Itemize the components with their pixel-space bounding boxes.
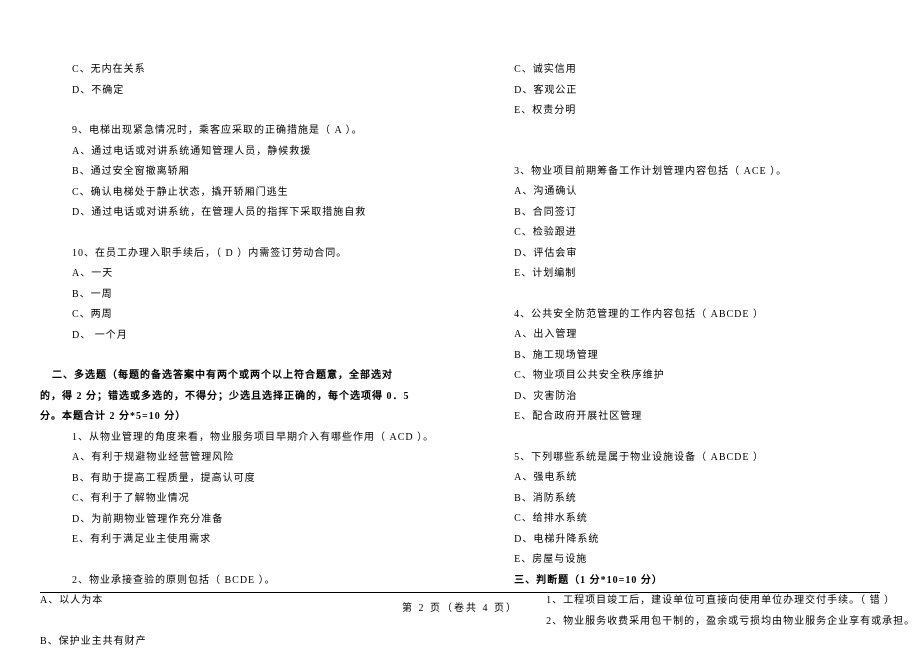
q9-option-d: D、通过电话或对讲系统，在管理人员的指挥下采取措施自救 <box>72 203 434 224</box>
mq1-option-b: B、有助于提高工程质量，提高认可度 <box>72 469 434 490</box>
page-footer: 第 2 页（卷共 4 页） <box>40 592 880 614</box>
section-2-heading-line1: 二、多选题（每题的备选答案中有两个或两个以上符合题意，全部选对 <box>52 366 434 387</box>
mq5-option-b: B、消防系统 <box>514 489 915 510</box>
section-2-heading-line2: 的，得 2 分；错选或多选的，不得分；少选且选择正确的，每个选项得 0．5 <box>40 387 434 408</box>
mq1-option-c: C、有利于了解物业情况 <box>72 489 434 510</box>
q10-option-a: A、一天 <box>72 264 434 285</box>
mq4-option-c: C、物业项目公共安全秩序维护 <box>514 366 915 387</box>
mq5-option-d: D、电梯升降系统 <box>514 530 915 551</box>
mq3-option-a: A、沟通确认 <box>514 182 915 203</box>
mquestion-4: 4、公共安全防范管理的工作内容包括（ ABCDE ） <box>514 305 915 326</box>
q8-option-c: C、无内在关系 <box>72 60 434 81</box>
two-column-layout: C、无内在关系 D、不确定 9、电梯出现紧急情况时，乘客应采取的正确措施是（ A… <box>40 60 880 652</box>
mquestion-2: 2、物业承接查验的原则包括（ BCDE ）。 <box>72 571 434 592</box>
q9-option-a: A、通过电话或对讲系统通知管理人员，静候救援 <box>72 142 434 163</box>
mq1-option-e: E、有利于满足业主使用需求 <box>72 530 434 551</box>
mq4-option-a: A、出入管理 <box>514 325 915 346</box>
mq2-option-b: B、保护业主共有财产 <box>40 632 434 652</box>
mq4-option-b: B、施工现场管理 <box>514 346 915 367</box>
question-9: 9、电梯出现紧急情况时，乘客应采取的正确措施是（ A ）。 <box>72 121 434 142</box>
mq3-option-e: E、计划编制 <box>514 264 915 285</box>
jquestion-2: 2、物业服务收费采用包干制的，盈余或亏损均由物业服务企业享有或承担。 <box>546 612 915 633</box>
mq1-option-d: D、为前期物业管理作充分准备 <box>72 510 434 531</box>
mquestion-5: 5、下列哪些系统是属于物业设施设备（ ABCDE ） <box>514 448 915 469</box>
section-2-heading-line3: 分。本题合计 2 分*5=10 分） <box>40 407 434 428</box>
mq5-option-e: E、房屋与设施 <box>514 550 915 571</box>
section-3-heading: 三、判断题（1 分*10=10 分） <box>514 571 915 592</box>
mq2-option-c: C、诚实信用 <box>514 60 915 81</box>
mq4-option-e: E、配合政府开展社区管理 <box>514 407 915 428</box>
mquestion-1: 1、从物业管理的角度来看，物业服务项目早期介入有哪些作用（ ACD ）。 <box>72 428 434 449</box>
mq3-option-b: B、合同签订 <box>514 203 915 224</box>
mquestion-3: 3、物业项目前期筹备工作计划管理内容包括（ ACE ）。 <box>514 162 915 183</box>
mq2-option-d: D、客观公正 <box>514 81 915 102</box>
mq3-option-c: C、检验跟进 <box>514 223 915 244</box>
mq2-option-e: E、权责分明 <box>514 101 915 122</box>
q10-option-b: B、一周 <box>72 285 434 306</box>
mq1-option-a: A、有利于规避物业经营管理风险 <box>72 448 434 469</box>
q8-option-d: D、不确定 <box>72 81 434 102</box>
q9-option-c: C、确认电梯处于静止状态，撬开轿厢门逃生 <box>72 183 434 204</box>
mq5-option-a: A、强电系统 <box>514 468 915 489</box>
q10-option-d: D、 一个月 <box>72 326 434 347</box>
left-column: C、无内在关系 D、不确定 9、电梯出现紧急情况时，乘客应采取的正确措施是（ A… <box>40 60 434 652</box>
q9-option-b: B、通过安全窗撤离轿厢 <box>72 162 434 183</box>
right-column: C、诚实信用 D、客观公正 E、权责分明 3、物业项目前期筹备工作计划管理内容包… <box>514 60 915 652</box>
mq4-option-d: D、灾害防治 <box>514 387 915 408</box>
mq5-option-c: C、给排水系统 <box>514 509 915 530</box>
q10-option-c: C、两周 <box>72 305 434 326</box>
question-10: 10、在员工办理入职手续后，（ D ）内需签订劳动合同。 <box>72 244 434 265</box>
mq3-option-d: D、评估会审 <box>514 244 915 265</box>
